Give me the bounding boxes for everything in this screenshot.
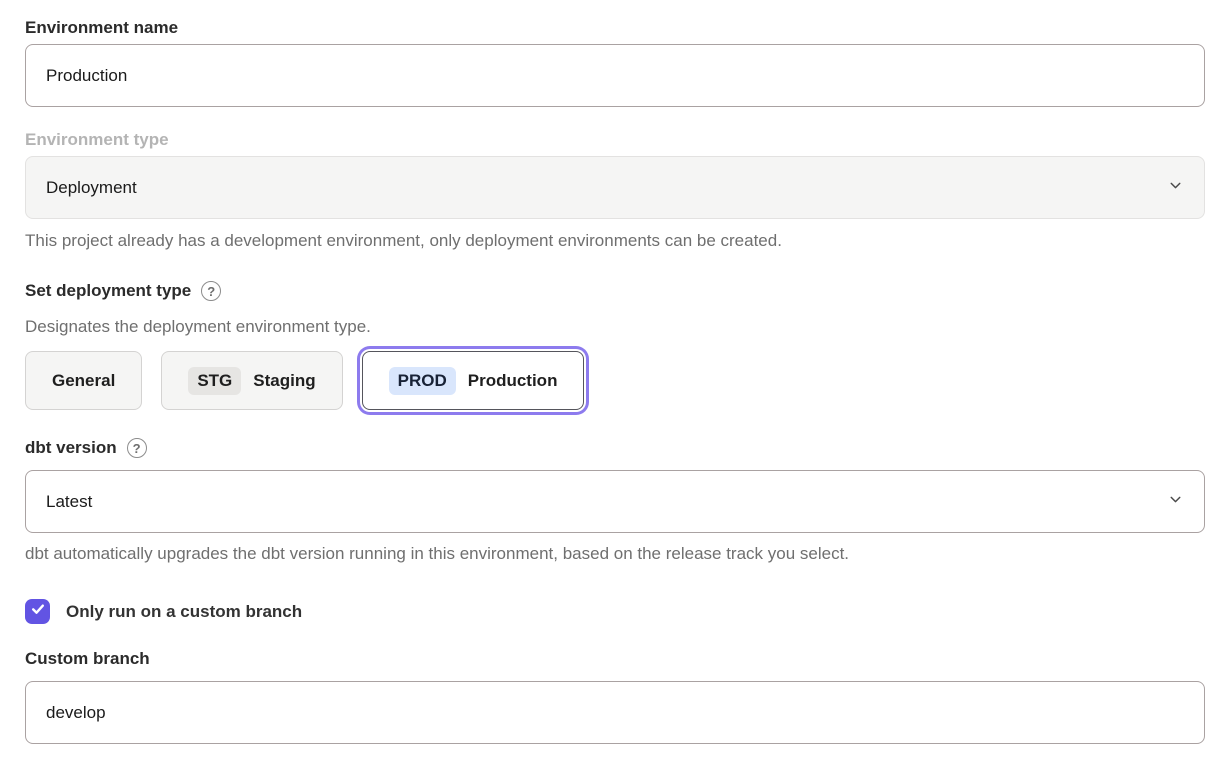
custom-branch-checkbox-label: Only run on a custom branch	[66, 602, 302, 622]
staging-badge: STG	[188, 367, 241, 395]
deployment-type-heading-row: Set deployment type ?	[25, 281, 1205, 301]
help-icon[interactable]: ?	[201, 281, 221, 301]
production-button-label: Production	[468, 371, 558, 391]
checkmark-icon	[30, 601, 46, 622]
deployment-type-staging-button[interactable]: STG Staging	[161, 351, 342, 410]
deployment-type-options: General STG Staging PROD Production	[25, 351, 1205, 410]
dbt-version-helper-text: dbt automatically upgrades the dbt versi…	[25, 544, 1205, 564]
environment-settings-form: Environment name Environment type Deploy…	[25, 18, 1205, 744]
custom-branch-checkbox[interactable]	[25, 599, 50, 624]
chevron-down-icon	[1167, 177, 1184, 199]
deployment-type-description: Designates the deployment environment ty…	[25, 317, 1205, 337]
dbt-version-value: Latest	[46, 492, 92, 512]
dbt-version-heading-row: dbt version ?	[25, 438, 1205, 458]
deployment-type-general-button[interactable]: General	[25, 351, 142, 410]
production-badge: PROD	[389, 367, 456, 395]
custom-branch-input[interactable]	[25, 681, 1205, 744]
environment-name-input[interactable]	[25, 44, 1205, 107]
dbt-version-select[interactable]: Latest	[25, 470, 1205, 533]
environment-type-select[interactable]: Deployment	[25, 156, 1205, 219]
environment-type-label: Environment type	[25, 130, 1205, 150]
environment-type-helper-text: This project already has a development e…	[25, 231, 1205, 251]
custom-branch-checkbox-row[interactable]: Only run on a custom branch	[25, 599, 1205, 624]
chevron-down-icon	[1167, 491, 1184, 513]
dbt-version-label: dbt version	[25, 438, 117, 458]
environment-type-value: Deployment	[46, 178, 137, 198]
environment-name-label: Environment name	[25, 18, 1205, 38]
deployment-type-production-button[interactable]: PROD Production	[362, 351, 585, 410]
custom-branch-label: Custom branch	[25, 649, 1205, 669]
deployment-type-heading: Set deployment type	[25, 281, 191, 301]
help-icon[interactable]: ?	[127, 438, 147, 458]
general-button-label: General	[52, 371, 115, 391]
staging-button-label: Staging	[253, 371, 315, 391]
